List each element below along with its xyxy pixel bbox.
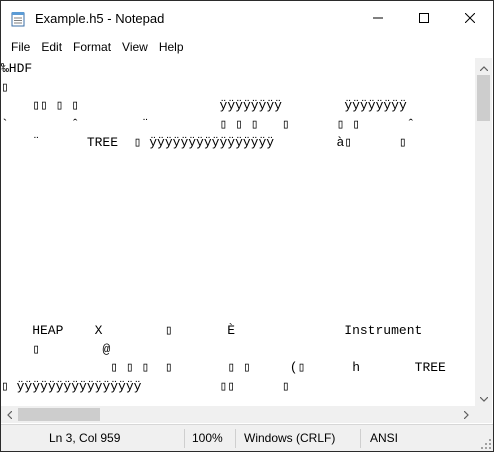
- editor-line-2: ▯: [1, 80, 9, 95]
- minimize-button[interactable]: [355, 1, 401, 37]
- close-button[interactable]: [447, 1, 493, 37]
- status-divider: [360, 429, 361, 448]
- window-title: Example.h5 - Notepad: [35, 11, 165, 26]
- status-divider: [184, 429, 185, 448]
- editor-line-4-glyphs: ` ˆ ¨: [1, 117, 150, 132]
- status-position: Ln 3, Col 959: [49, 431, 121, 445]
- scroll-left-button[interactable]: [1, 406, 18, 423]
- vertical-scrollbar[interactable]: [475, 58, 492, 406]
- scroll-up-button[interactable]: [475, 58, 492, 75]
- editor-line-3-glyphs: ÿÿÿÿÿÿÿÿ ÿÿÿÿÿÿÿÿ: [149, 98, 407, 113]
- maximize-icon: [419, 10, 429, 28]
- menu-bar: File Edit Format View Help: [1, 37, 493, 57]
- horizontal-scrollbar[interactable]: [1, 406, 475, 423]
- chevron-right-icon: [463, 406, 469, 424]
- editor-line-9: ▯ ÿÿÿÿÿÿÿÿÿÿÿÿÿÿÿÿ ▯▯ ▯: [1, 379, 290, 394]
- text-editor[interactable]: ‰HDF ▯ ▯▯ ▯ ▯ ÿÿÿÿÿÿÿÿ ÿÿÿÿÿÿÿÿ ` ˆ ¨ ▯ …: [1, 58, 475, 406]
- menu-view[interactable]: View: [121, 37, 155, 57]
- chevron-left-icon: [7, 406, 13, 424]
- vertical-scroll-thumb[interactable]: [477, 75, 490, 121]
- status-encoding: ANSI: [370, 431, 399, 445]
- status-divider: [235, 429, 236, 448]
- resize-grip-icon[interactable]: [480, 438, 492, 450]
- status-bar: Ln 3, Col 959 100% Windows (CRLF) ANSI: [1, 424, 493, 451]
- horizontal-scroll-thumb[interactable]: [18, 408, 100, 421]
- status-zoom: 100%: [192, 431, 223, 445]
- maximize-button[interactable]: [401, 1, 447, 37]
- status-line-ending: Windows (CRLF): [244, 431, 336, 445]
- editor-line-5: ¨ TREE ▯ ÿÿÿÿÿÿÿÿÿÿÿÿÿÿÿÿ à▯ ▯: [1, 135, 407, 150]
- minimize-icon: [373, 10, 383, 28]
- menu-format[interactable]: Format: [72, 37, 118, 57]
- editor-line-3: ▯▯ ▯ ▯ ÿÿÿÿÿÿÿÿ ÿÿÿÿÿÿÿÿ: [1, 98, 407, 113]
- menu-help[interactable]: Help: [158, 37, 191, 57]
- menu-file[interactable]: File: [1, 37, 37, 57]
- editor-line-8: ▯ ▯ ▯ ▯ ▯ ▯ (▯ h TREE: [1, 360, 446, 375]
- notepad-icon: [11, 11, 25, 27]
- editor-line-4: ` ˆ ¨ ▯ ▯ ▯ ▯ ▯ ▯ ˆ: [1, 117, 415, 132]
- title-bar[interactable]: Example.h5 - Notepad: [1, 1, 493, 37]
- chevron-down-icon: [479, 389, 488, 407]
- scroll-down-button[interactable]: [475, 389, 492, 406]
- scrollbar-corner: [475, 406, 492, 423]
- notepad-window: Example.h5 - Notepad File Edit Format Vi…: [0, 0, 494, 452]
- menu-edit[interactable]: Edit: [40, 37, 69, 57]
- chevron-up-icon: [479, 58, 488, 76]
- scroll-right-button[interactable]: [458, 406, 475, 423]
- editor-line-6: HEAP X ▯ È Instrument: [1, 323, 423, 338]
- close-icon: [464, 10, 476, 28]
- editor-line-1: ‰HDF: [1, 61, 33, 76]
- editor-line-7: ▯ @: [1, 342, 111, 357]
